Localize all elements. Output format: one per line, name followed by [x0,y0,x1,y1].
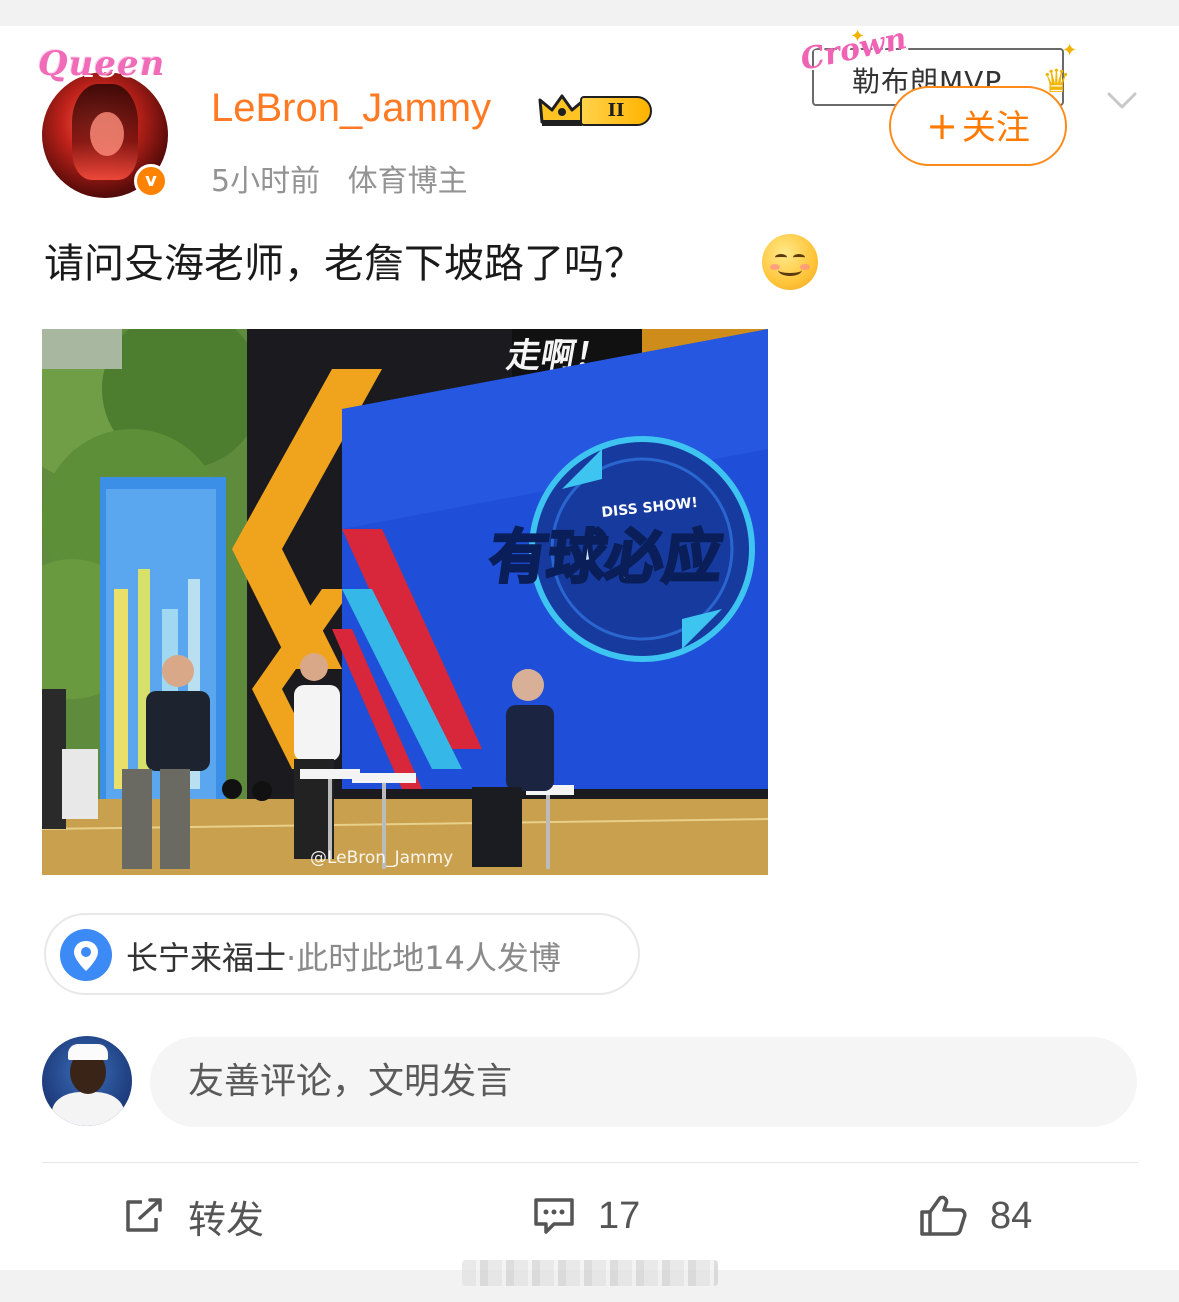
like-button[interactable]: 84 [918,1186,1032,1246]
image-watermark: @LeBron_Jammy [310,848,453,868]
stage-photo: 走啊！ DISS SHOW! 有球必应 @LeBron_Jammy [42,329,768,875]
comment-icon [534,1198,574,1234]
verified-icon: v [134,164,168,198]
post-image[interactable]: 走啊！ DISS SHOW! 有球必应 @LeBron_Jammy [42,329,768,875]
sparkle-icon: ✦ [850,26,866,47]
repost-label: 转发 [188,1197,265,1242]
location-pin-icon [60,929,112,981]
post-time: 5小时前 [211,164,321,199]
follow-button[interactable]: + 关注 [889,86,1067,166]
comment-count: 17 [598,1194,641,1237]
author-name[interactable]: LeBron_Jammy [211,86,491,131]
author-tag: 体育博主 [347,164,468,199]
top-gap [0,0,1179,26]
avatar-frame-queen-text: Queen [38,44,166,84]
comment-input[interactable]: 友善评论，文明发言 [150,1037,1137,1127]
level-number: II [580,96,652,126]
vip-level-badge[interactable]: II [538,88,654,130]
divider [42,1162,1138,1163]
location-chip[interactable]: 长宁来福士·此时此地14人发博 [44,913,640,995]
sparkle-icon: ✦ [1062,40,1078,61]
smile-emoji-icon [762,234,818,290]
thumbs-up-icon [920,1195,967,1236]
post-text: 请问殳海老师，老詹下坡路了吗？ [44,241,644,287]
crown-icon [538,94,586,126]
repost-button[interactable]: 转发 [122,1186,264,1246]
current-user-avatar[interactable] [42,1036,132,1126]
location-subtext: ·此时此地14人发博 [286,939,561,977]
show-title: 有球必应 [485,523,726,591]
home-indicator [462,1260,718,1286]
share-icon [126,1198,162,1232]
location-name: 长宁来福士 [126,939,287,977]
author-avatar-area[interactable]: Queen v [38,44,178,204]
post-meta: 5小时前 体育博主 [211,156,486,200]
chevron-down-icon[interactable] [1106,86,1138,114]
comment-button[interactable]: 17 [532,1186,640,1246]
like-count: 84 [990,1194,1033,1237]
